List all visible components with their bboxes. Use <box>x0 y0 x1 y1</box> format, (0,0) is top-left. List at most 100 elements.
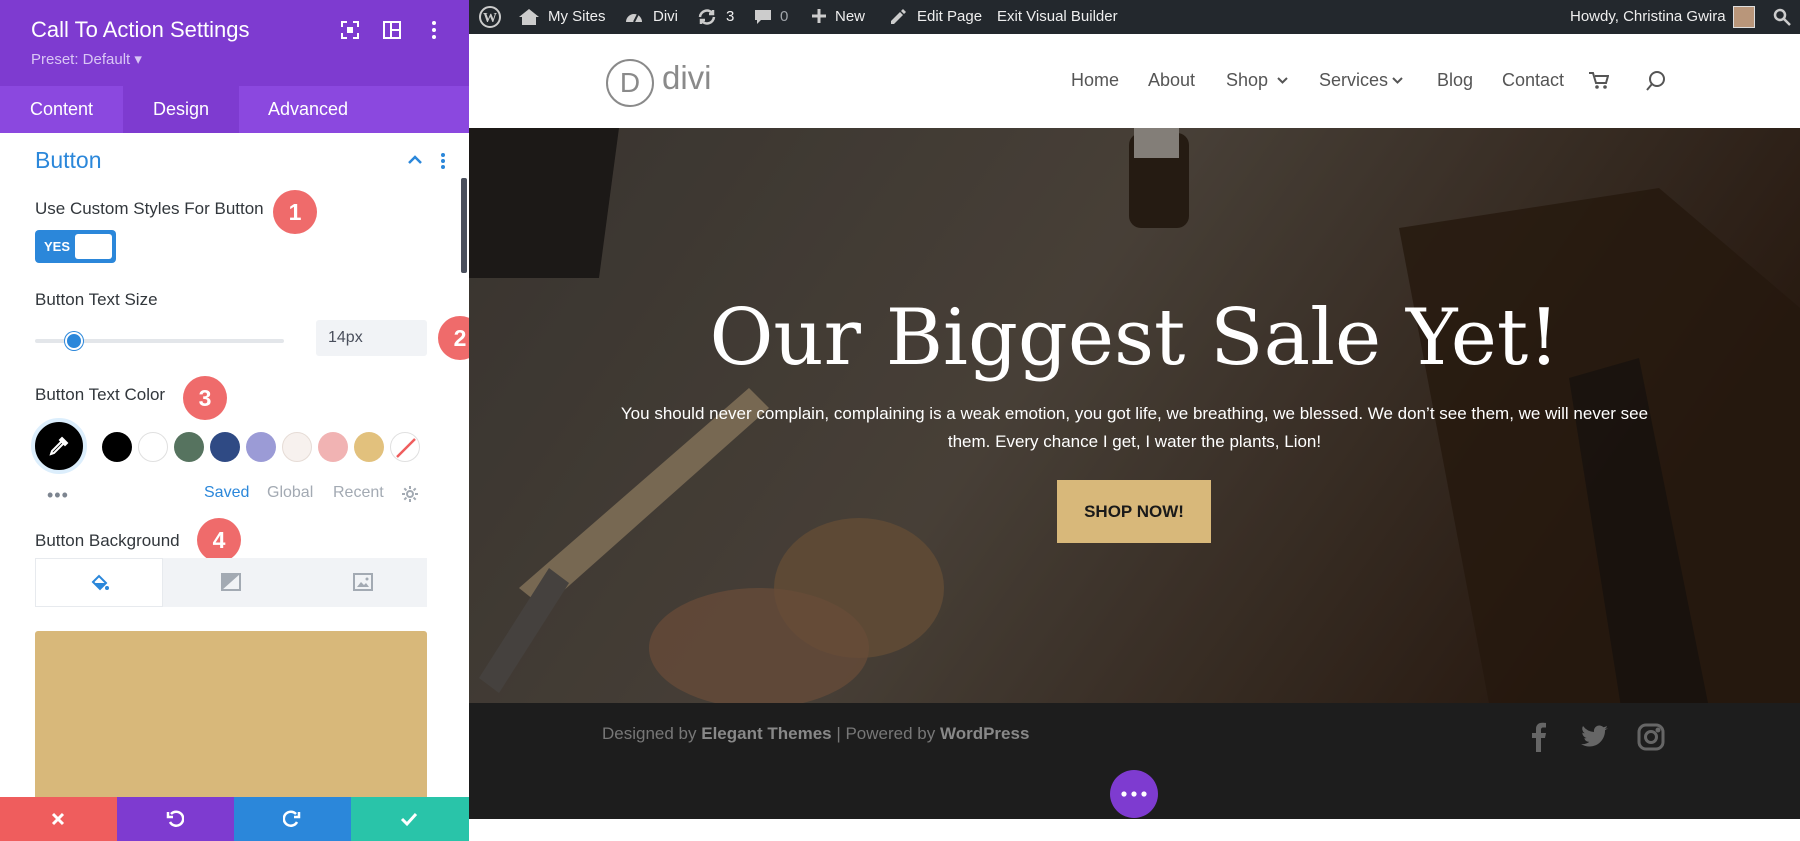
color-tab-recent[interactable]: Recent <box>333 484 384 502</box>
nav-shop[interactable]: Shop <box>1226 70 1268 91</box>
avatar[interactable] <box>1733 6 1755 28</box>
close-icon <box>51 812 65 826</box>
nav-home[interactable]: Home <box>1071 70 1119 91</box>
wordpress-link[interactable]: WordPress <box>940 724 1029 743</box>
fullscreen-icon[interactable] <box>339 19 361 41</box>
plus-icon <box>811 8 827 24</box>
tab-advanced[interactable]: Advanced <box>239 86 377 133</box>
twitter-icon[interactable] <box>1581 725 1609 749</box>
gear-icon[interactable] <box>401 485 419 503</box>
save-button[interactable] <box>351 797 469 841</box>
more-swatches-icon[interactable]: ••• <box>47 485 69 506</box>
credits-designed-by: Designed by <box>602 724 702 743</box>
panel-body: Button Use Custom Styles For Button 1 YE… <box>0 133 469 797</box>
chevron-up-icon[interactable] <box>408 155 422 164</box>
footer-credits: Designed by Elegant Themes | Powered by … <box>602 724 1029 744</box>
background-label: Button Background <box>35 531 180 550</box>
swatch-white[interactable] <box>138 432 168 462</box>
color-picker-current[interactable] <box>31 418 87 474</box>
hero-subtitle: You should never complain, complaining i… <box>620 404 1649 451</box>
edit-page-link[interactable]: Edit Page <box>917 0 982 34</box>
settings-panel: Call To Action Settings Preset: Default … <box>0 0 469 841</box>
eyedropper-icon <box>48 435 70 457</box>
elegant-themes-link[interactable]: Elegant Themes <box>701 724 831 743</box>
hero-title: Our Biggest Sale Yet! <box>709 293 1560 383</box>
text-color-label: Button Text Color <box>35 385 166 404</box>
toggle-label: YES <box>44 239 71 254</box>
paint-bucket-icon <box>91 574 109 591</box>
my-sites-link[interactable]: My Sites <box>548 0 606 34</box>
cart-icon[interactable] <box>1589 72 1609 90</box>
undo-button[interactable] <box>117 797 234 841</box>
updates-count[interactable]: 3 <box>726 0 734 34</box>
nav-services[interactable]: Services <box>1319 70 1388 91</box>
cancel-button[interactable] <box>0 797 117 841</box>
text-size-input[interactable] <box>316 320 427 356</box>
comments-count[interactable]: 0 <box>780 0 788 34</box>
checkmark-icon <box>400 812 418 827</box>
search-icon[interactable] <box>1645 70 1667 92</box>
text-size-label: Button Text Size <box>35 290 158 309</box>
svg-text:W: W <box>483 11 497 26</box>
exit-visual-builder-link[interactable]: Exit Visual Builder <box>997 0 1118 34</box>
section-menu-icon[interactable] <box>440 153 446 169</box>
color-tab-global[interactable]: Global <box>267 484 313 502</box>
nav-about[interactable]: About <box>1148 70 1195 91</box>
panel-scrollbar[interactable] <box>461 178 467 273</box>
pencil-icon <box>889 8 907 26</box>
gradient-icon <box>221 573 241 591</box>
more-dots-icon <box>1121 791 1147 797</box>
bg-tab-image[interactable] <box>299 558 427 607</box>
image-icon <box>353 573 373 591</box>
swatch-black[interactable] <box>102 432 132 462</box>
nav-blog[interactable]: Blog <box>1437 70 1473 91</box>
color-tab-saved[interactable]: Saved <box>204 484 249 502</box>
swatch-lavender[interactable] <box>246 432 276 462</box>
section-title[interactable]: Button <box>35 147 102 174</box>
redo-button[interactable] <box>234 797 351 841</box>
swatch-pink[interactable] <box>318 432 348 462</box>
search-icon[interactable] <box>1773 8 1791 26</box>
credits-powered-by: | Powered by <box>831 724 940 743</box>
panel-footer <box>0 797 469 841</box>
step-badge-4: 4 <box>197 518 241 562</box>
step-badge-1: 1 <box>273 190 317 234</box>
nav-contact[interactable]: Contact <box>1502 70 1564 91</box>
panel-header: Call To Action Settings Preset: Default … <box>0 0 469 86</box>
bg-tab-color[interactable] <box>35 558 163 607</box>
chevron-down-icon <box>1277 77 1288 84</box>
builder-settings-button[interactable] <box>1110 770 1158 818</box>
text-size-slider-handle[interactable] <box>65 332 83 350</box>
logo-mark[interactable]: D <box>606 59 654 107</box>
custom-styles-label: Use Custom Styles For Button <box>35 199 264 218</box>
chevron-down-icon <box>1392 77 1403 84</box>
tab-content[interactable]: Content <box>0 86 123 133</box>
dashboard-icon <box>624 8 644 26</box>
site-header: D divi Home About Shop Services Blog Con… <box>469 34 1800 128</box>
split-view-icon[interactable] <box>381 19 403 41</box>
tab-design[interactable]: Design <box>123 86 239 133</box>
wordpress-logo-icon[interactable]: W <box>479 6 501 28</box>
step-badge-2: 2 <box>438 316 469 360</box>
my-sites-icon <box>518 8 540 26</box>
divi-link[interactable]: Divi <box>653 0 678 34</box>
preset-dropdown[interactable]: Preset: Default ▾ <box>31 50 142 68</box>
logo-text[interactable]: divi <box>662 59 712 97</box>
undo-icon <box>166 810 184 827</box>
swatch-navy[interactable] <box>210 432 240 462</box>
swatch-none-icon[interactable] <box>390 432 420 462</box>
updates-icon <box>697 8 717 26</box>
swatch-cream[interactable] <box>282 432 312 462</box>
new-link[interactable]: New <box>835 0 865 34</box>
facebook-icon[interactable] <box>1531 722 1547 752</box>
swatch-gold[interactable] <box>354 432 384 462</box>
custom-styles-toggle[interactable]: YES <box>35 230 116 263</box>
instagram-icon[interactable] <box>1637 723 1665 751</box>
shop-now-button[interactable]: SHOP NOW! <box>1057 480 1211 543</box>
bg-tab-gradient[interactable] <box>167 558 295 607</box>
howdy-user[interactable]: Howdy, Christina Gwira <box>1570 0 1726 34</box>
background-type-tabs <box>35 558 427 607</box>
swatch-green[interactable] <box>174 432 204 462</box>
background-color-preview[interactable] <box>35 631 427 797</box>
more-options-icon[interactable] <box>423 19 445 41</box>
